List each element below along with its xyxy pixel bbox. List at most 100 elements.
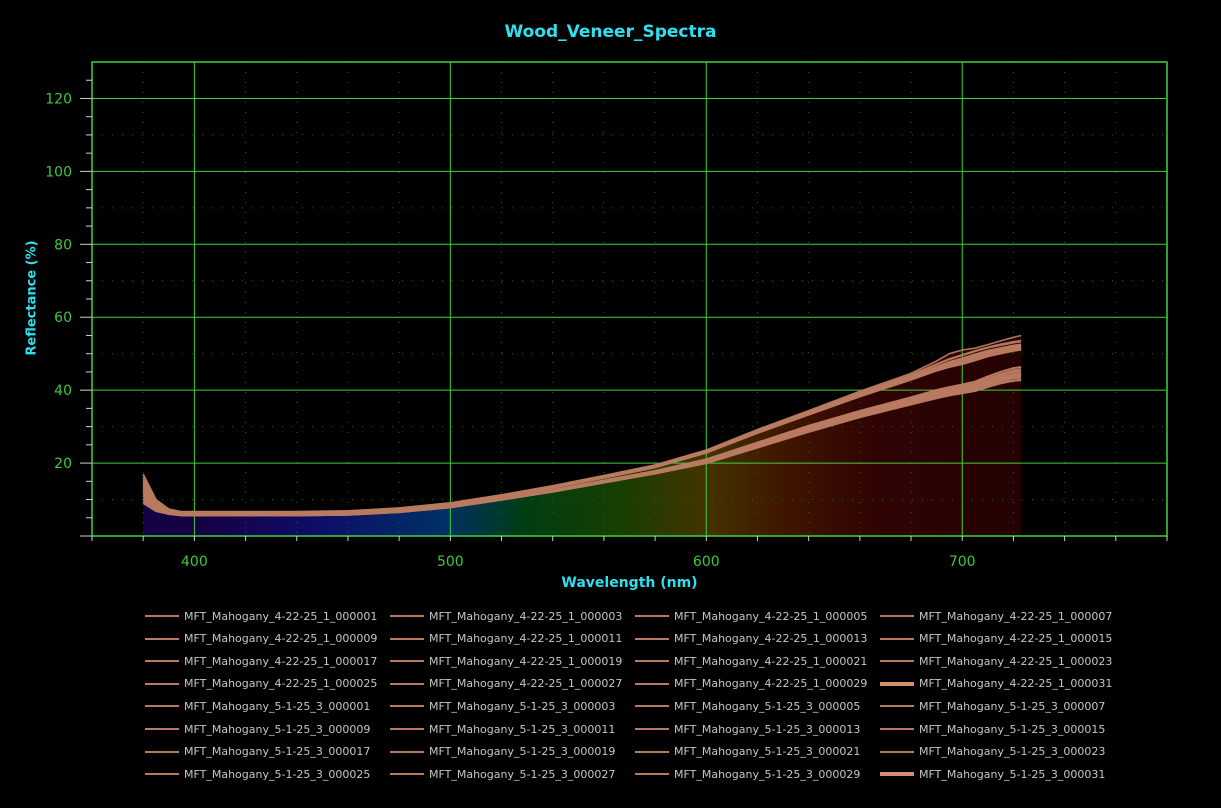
- legend-label: MFT_Mahogany_5-1-25_3_000007: [919, 699, 1106, 713]
- legend-swatch: [390, 750, 424, 753]
- legend-item: MFT_Mahogany_5-1-25_3_000017: [145, 743, 370, 761]
- legend-item: MFT_Mahogany_4-22-25_1_000023: [880, 652, 1112, 670]
- legend-item: MFT_Mahogany_4-22-25_1_000019: [390, 652, 622, 670]
- legend-label: MFT_Mahogany_5-1-25_3_000005: [674, 699, 861, 713]
- legend-label: MFT_Mahogany_5-1-25_3_000019: [429, 745, 616, 759]
- legend-label: MFT_Mahogany_4-22-25_1_000023: [919, 654, 1113, 668]
- legend-label: MFT_Mahogany_4-22-25_1_000019: [429, 654, 623, 668]
- legend-item: MFT_Mahogany_4-22-25_1_000013: [635, 630, 867, 648]
- legend-swatch: [390, 705, 424, 708]
- legend-label: MFT_Mahogany_5-1-25_3_000001: [184, 699, 371, 713]
- legend-swatch: [635, 615, 669, 617]
- x-tick-label: 400: [181, 554, 208, 570]
- legend-label: MFT_Mahogany_4-22-25_1_000029: [674, 677, 868, 691]
- spectral-fill: [143, 335, 1022, 536]
- legend-label: MFT_Mahogany_4-22-25_1_000017: [184, 654, 378, 668]
- legend-swatch: [880, 750, 914, 753]
- legend-label: MFT_Mahogany_5-1-25_3_000025: [184, 767, 371, 781]
- legend-label: MFT_Mahogany_4-22-25_1_000011: [429, 632, 623, 646]
- legend-item: MFT_Mahogany_5-1-25_3_000025: [145, 765, 370, 783]
- legend-swatch: [145, 615, 179, 617]
- legend-swatch: [390, 728, 424, 730]
- legend-item: MFT_Mahogany_5-1-25_3_000029: [635, 765, 860, 783]
- y-tick-label: 60: [54, 310, 72, 326]
- legend-swatch: [390, 637, 424, 640]
- legend-label: MFT_Mahogany_4-22-25_1_000013: [674, 632, 868, 646]
- legend-item: MFT_Mahogany_4-22-25_1_000005: [635, 607, 867, 625]
- legend-label: MFT_Mahogany_5-1-25_3_000021: [674, 745, 861, 759]
- legend-item: MFT_Mahogany_5-1-25_3_000009: [145, 720, 370, 738]
- legend-item: MFT_Mahogany_5-1-25_3_000031: [880, 765, 1105, 783]
- legend-label: MFT_Mahogany_4-22-25_1_000015: [919, 632, 1113, 646]
- legend-swatch: [145, 750, 179, 753]
- legend-swatch: [635, 682, 669, 685]
- legend-item: MFT_Mahogany_4-22-25_1_000021: [635, 652, 867, 670]
- legend-label: MFT_Mahogany_4-22-25_1_000009: [184, 632, 378, 646]
- y-tick-label: 80: [54, 237, 72, 253]
- legend-label: MFT_Mahogany_5-1-25_3_000027: [429, 767, 616, 781]
- legend-swatch: [880, 615, 914, 617]
- legend-swatch: [145, 637, 179, 640]
- legend-label: MFT_Mahogany_5-1-25_3_000003: [429, 699, 616, 713]
- y-tick-label: 120: [45, 91, 72, 107]
- legend-item: MFT_Mahogany_5-1-25_3_000019: [390, 743, 615, 761]
- legend-label: MFT_Mahogany_4-22-25_1_000003: [429, 609, 623, 623]
- legend-swatch: [635, 705, 669, 708]
- legend-swatch: [145, 728, 179, 730]
- plot-area: 400 500 600 700 20 40 60 80 100 120: [45, 61, 1168, 570]
- legend-item: MFT_Mahogany_5-1-25_3_000013: [635, 720, 860, 738]
- legend-swatch: [145, 682, 179, 685]
- legend-swatch: [635, 660, 669, 663]
- legend-swatch: [635, 728, 669, 730]
- legend-item: MFT_Mahogany_5-1-25_3_000023: [880, 743, 1105, 761]
- legend-label: MFT_Mahogany_5-1-25_3_000009: [184, 722, 371, 736]
- legend-label: MFT_Mahogany_4-22-25_1_000031: [919, 677, 1113, 691]
- legend-item: MFT_Mahogany_5-1-25_3_000021: [635, 743, 860, 761]
- legend-label: MFT_Mahogany_4-22-25_1_000001: [184, 609, 378, 623]
- legend-item: MFT_Mahogany_4-22-25_1_000031: [880, 675, 1112, 693]
- legend-item: MFT_Mahogany_5-1-25_3_000007: [880, 697, 1105, 715]
- legend-label: MFT_Mahogany_4-22-25_1_000027: [429, 677, 623, 691]
- y-tick-label: 100: [45, 164, 72, 180]
- legend-swatch: [635, 750, 669, 753]
- legend-label: MFT_Mahogany_4-22-25_1_000025: [184, 677, 378, 691]
- legend-label: MFT_Mahogany_5-1-25_3_000023: [919, 745, 1106, 759]
- legend-swatch: [145, 660, 179, 663]
- legend-label: MFT_Mahogany_5-1-25_3_000015: [919, 722, 1106, 736]
- x-tick-label: 500: [437, 554, 464, 570]
- legend-item: MFT_Mahogany_4-22-25_1_000009: [145, 630, 377, 648]
- legend-label: MFT_Mahogany_5-1-25_3_000017: [184, 745, 371, 759]
- legend-item: MFT_Mahogany_5-1-25_3_000001: [145, 697, 370, 715]
- legend-item: MFT_Mahogany_5-1-25_3_000011: [390, 720, 615, 738]
- legend-item: MFT_Mahogany_5-1-25_3_000003: [390, 697, 615, 715]
- legend-swatch: [635, 637, 669, 640]
- legend-item: MFT_Mahogany_4-22-25_1_000029: [635, 675, 867, 693]
- legend-label: MFT_Mahogany_4-22-25_1_000005: [674, 609, 868, 623]
- legend-item: MFT_Mahogany_4-22-25_1_000003: [390, 607, 622, 625]
- spectral-fill-area: [143, 335, 1022, 536]
- legend-item: MFT_Mahogany_4-22-25_1_000017: [145, 652, 377, 670]
- legend-swatch: [880, 772, 914, 777]
- legend-swatch: [880, 728, 914, 730]
- legend-swatch: [390, 773, 424, 776]
- legend-swatch: [880, 660, 914, 663]
- legend-swatch: [390, 615, 424, 617]
- legend-swatch: [880, 681, 914, 686]
- legend-swatch: [390, 682, 424, 685]
- y-tick-label: 20: [54, 456, 72, 472]
- y-tick-label: 40: [54, 383, 72, 399]
- legend-swatch: [145, 773, 179, 776]
- legend-item: MFT_Mahogany_5-1-25_3_000027: [390, 765, 615, 783]
- legend-item: MFT_Mahogany_4-22-25_1_000001: [145, 607, 377, 625]
- legend-label: MFT_Mahogany_5-1-25_3_000031: [919, 767, 1106, 781]
- legend-label: MFT_Mahogany_5-1-25_3_000011: [429, 722, 616, 736]
- x-tick-label: 700: [949, 554, 976, 570]
- legend-item: MFT_Mahogany_5-1-25_3_000015: [880, 720, 1105, 738]
- legend-item: MFT_Mahogany_4-22-25_1_000015: [880, 630, 1112, 648]
- legend-swatch: [635, 773, 669, 776]
- legend-swatch: [145, 705, 179, 708]
- legend-label: MFT_Mahogany_5-1-25_3_000029: [674, 767, 861, 781]
- legend-item: MFT_Mahogany_4-22-25_1_000007: [880, 607, 1112, 625]
- legend-swatch: [880, 705, 914, 708]
- legend-item: MFT_Mahogany_4-22-25_1_000027: [390, 675, 622, 693]
